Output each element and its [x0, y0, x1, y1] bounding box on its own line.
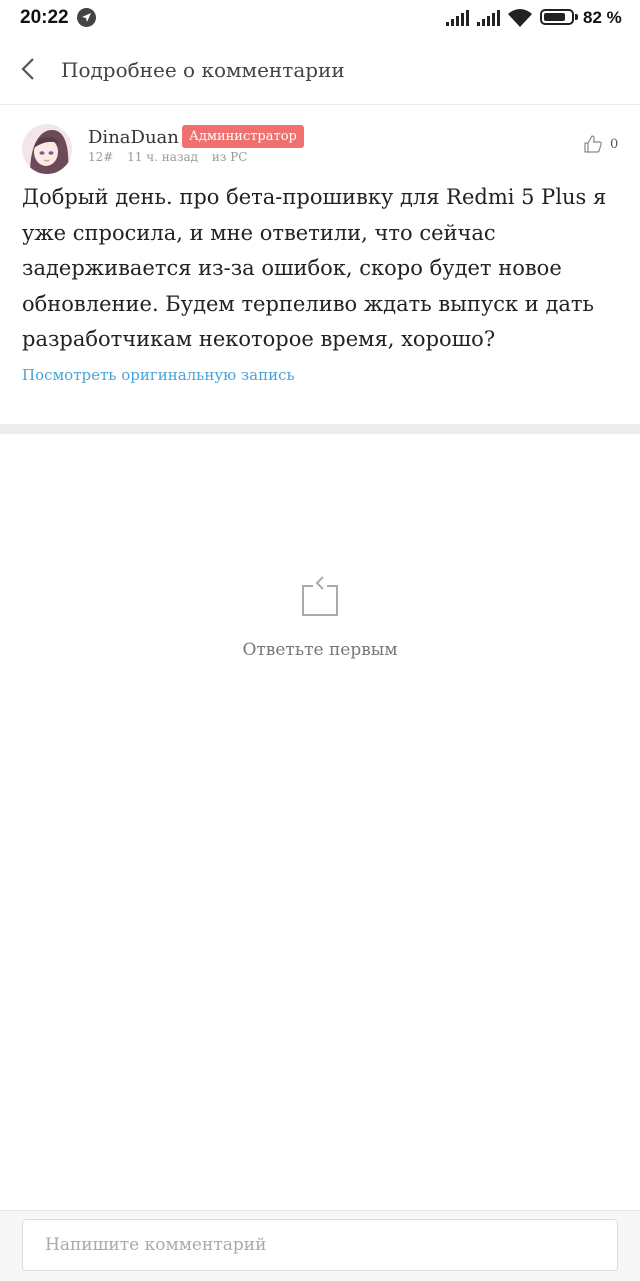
view-original-link[interactable]: Посмотреть оригинальную запись [22, 366, 295, 384]
comment-meta: 12# 11 ч. назад из PC [88, 150, 258, 164]
user-avatar-image [22, 124, 72, 174]
username[interactable]: DinaDuan [88, 127, 179, 148]
avatar[interactable] [22, 124, 72, 174]
comment-source: из PC [211, 150, 248, 164]
battery-fill [544, 13, 566, 21]
header: Подробнее о комментарии [0, 36, 640, 105]
empty-state-text: Ответьте первым [242, 640, 398, 660]
share-box-icon [302, 576, 338, 616]
comment-text: Добрый день. про бета-прошивку для Redmi… [22, 185, 607, 351]
battery-icon [540, 9, 574, 25]
section-divider [0, 424, 640, 434]
like-button[interactable] [583, 134, 603, 154]
navigation-icon [77, 8, 96, 27]
signal-icon [477, 10, 500, 26]
comment-input[interactable] [22, 1219, 618, 1271]
chevron-left-icon [21, 58, 34, 80]
battery-cap [575, 14, 578, 20]
like-count: 0 [610, 137, 619, 152]
page-title: Подробнее о комментарии [61, 58, 345, 82]
back-button[interactable] [14, 54, 44, 84]
status-bar: 20:22 82 % [0, 0, 640, 36]
floor-number: 12# [88, 150, 114, 164]
wifi-icon [508, 9, 532, 27]
admin-badge: Администратор [182, 125, 304, 148]
comment-time: 11 ч. назад [127, 150, 199, 164]
thumbs-up-icon [584, 135, 602, 153]
battery-percent: 82 % [583, 8, 622, 27]
status-time: 20:22 [20, 7, 69, 28]
signal-icon [446, 10, 469, 26]
